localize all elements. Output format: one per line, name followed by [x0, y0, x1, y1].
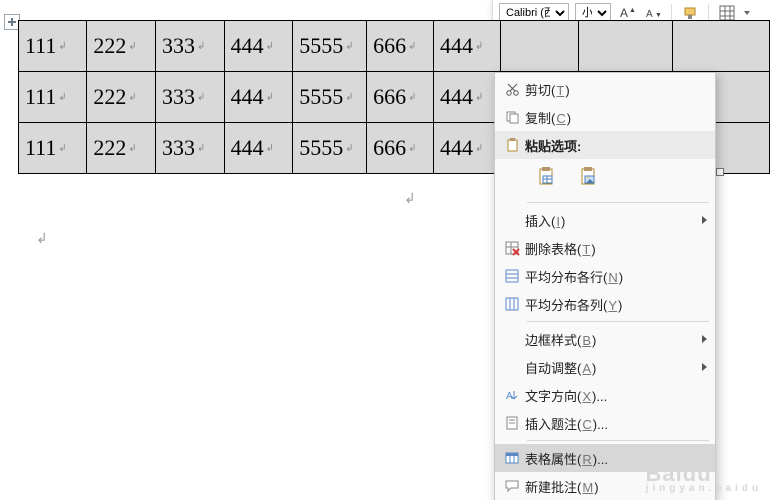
table-cell[interactable] — [501, 21, 579, 72]
submenu-arrow-icon — [702, 335, 707, 343]
cell-end-mark-icon: ↲ — [58, 41, 66, 52]
menu-insert-caption[interactable]: 插入题注(C)... — [495, 409, 715, 437]
table-cell[interactable]: 222↲ — [87, 123, 156, 174]
copy-icon — [499, 109, 525, 125]
table-cell[interactable]: 5555↲ — [293, 72, 367, 123]
table-cell[interactable]: 666↲ — [367, 72, 434, 123]
table-cell[interactable]: 111↲ — [19, 72, 87, 123]
table-cell[interactable]: 666↲ — [367, 123, 434, 174]
cell-end-mark-icon: ↲ — [197, 92, 205, 103]
cell-end-mark-icon: ↲ — [128, 143, 136, 154]
menu-cut[interactable]: 剪切(T) — [495, 75, 715, 103]
cell-end-mark-icon: ↲ — [128, 92, 136, 103]
table-cell[interactable]: 333↲ — [156, 123, 225, 174]
cell-end-mark-icon: ↲ — [58, 92, 66, 103]
table-cell[interactable]: 111↲ — [19, 123, 87, 174]
cell-end-mark-icon: ↲ — [266, 92, 274, 103]
cell-end-mark-icon: ↲ — [408, 143, 416, 154]
menu-distribute-rows[interactable]: 平均分布各行(N) — [495, 262, 715, 290]
table-cell[interactable]: 333↲ — [156, 21, 225, 72]
table-cell[interactable]: 5555↲ — [293, 123, 367, 174]
cell-end-mark-icon: ↲ — [408, 41, 416, 52]
cell-end-mark-icon: ↲ — [475, 92, 483, 103]
cell-end-mark-icon: ↲ — [345, 143, 353, 154]
menu-table-properties[interactable]: 表格属性(R)... — [495, 444, 715, 472]
table-cell[interactable]: 444↲ — [224, 21, 293, 72]
svg-text:A: A — [620, 6, 628, 20]
paste-options-row — [495, 159, 715, 199]
menu-new-comment[interactable]: 新建批注(M) — [495, 472, 715, 500]
table-cell[interactable]: 333↲ — [156, 72, 225, 123]
cell-end-mark-icon: ↲ — [408, 92, 416, 103]
table-cell[interactable]: 444↲ — [224, 72, 293, 123]
cell-end-mark-icon: ↲ — [197, 41, 205, 52]
menu-paste-options-header: 粘贴选项: — [495, 131, 715, 159]
table-cell[interactable]: 444↲ — [434, 21, 501, 72]
clipboard-icon — [499, 137, 525, 153]
distribute-rows-icon — [499, 268, 525, 284]
context-menu: 剪切(T) 复制(C) 粘贴选项: 插入(I) 删除表格(T) 平均分布各行(N… — [494, 72, 716, 500]
comment-icon — [499, 478, 525, 494]
menu-copy[interactable]: 复制(C) — [495, 103, 715, 131]
caption-icon — [499, 415, 525, 431]
submenu-arrow-icon — [702, 363, 707, 371]
delete-table-icon — [499, 240, 525, 256]
menu-text-direction[interactable]: A 文字方向(X)... — [495, 381, 715, 409]
menu-insert[interactable]: 插入(I) — [495, 206, 715, 234]
submenu-arrow-icon — [702, 216, 707, 224]
table-row[interactable]: 111↲222↲333↲444↲5555↲666↲444↲ — [19, 21, 770, 72]
table-cell[interactable]: 444↲ — [434, 72, 501, 123]
cell-end-mark-icon: ↲ — [58, 143, 66, 154]
scissors-icon — [499, 81, 525, 97]
table-cell[interactable]: 222↲ — [87, 21, 156, 72]
cell-end-mark-icon: ↲ — [266, 143, 274, 154]
cell-end-mark-icon: ↲ — [345, 92, 353, 103]
svg-text:▲: ▲ — [629, 7, 635, 14]
menu-autofit[interactable]: 自动调整(A) — [495, 353, 715, 381]
svg-text:A: A — [646, 9, 653, 20]
menu-delete-table[interactable]: 删除表格(T) — [495, 234, 715, 262]
cell-end-mark-icon: ↲ — [197, 143, 205, 154]
paragraph-mark-icon: ↲ — [36, 230, 48, 247]
cell-end-mark-icon: ↲ — [475, 143, 483, 154]
table-cell[interactable]: 111↲ — [19, 21, 87, 72]
table-cell[interactable]: 444↲ — [224, 123, 293, 174]
menu-distribute-cols[interactable]: 平均分布各列(Y) — [495, 290, 715, 318]
table-cell[interactable]: 5555↲ — [293, 21, 367, 72]
paste-nest-table-icon[interactable] — [531, 161, 563, 193]
cell-end-mark-icon: ↲ — [266, 41, 274, 52]
table-resize-handle-icon[interactable] — [716, 168, 724, 176]
distribute-cols-icon — [499, 296, 525, 312]
svg-text:▼: ▼ — [655, 12, 661, 19]
table-cell[interactable] — [579, 21, 673, 72]
table-cell[interactable] — [673, 21, 770, 72]
table-properties-icon — [499, 450, 525, 466]
cell-end-mark-icon: ↲ — [475, 41, 483, 52]
table-cell[interactable]: 222↲ — [87, 72, 156, 123]
table-cell[interactable]: 444↲ — [434, 123, 501, 174]
text-direction-icon: A — [499, 387, 525, 403]
paragraph-mark-icon: ↲ — [404, 190, 416, 207]
table-cell[interactable]: 666↲ — [367, 21, 434, 72]
paste-as-picture-icon[interactable] — [573, 161, 605, 193]
menu-border-style[interactable]: 边框样式(B) — [495, 325, 715, 353]
cell-end-mark-icon: ↲ — [345, 41, 353, 52]
cell-end-mark-icon: ↲ — [128, 41, 136, 52]
